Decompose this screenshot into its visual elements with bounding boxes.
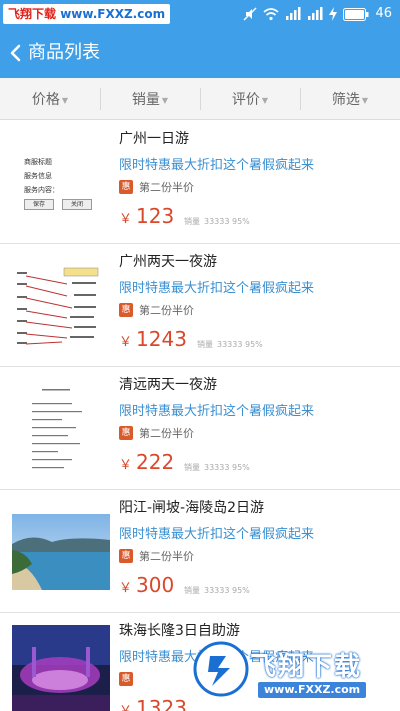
sales-value: 33333 95% xyxy=(217,340,263,349)
sales-label: 销量 xyxy=(184,586,200,595)
watermark-url: www.FXXZ.com xyxy=(60,7,166,21)
price-amount: 1243 xyxy=(136,327,187,351)
product-promo: 限时特惠最大折扣这个暑假疯起来 xyxy=(119,158,315,173)
status-icons: 46 xyxy=(243,4,392,24)
product-list: 商服标题 服务信息 服务内容： 保存 关闭 广州一日游 限时特惠最大折扣这个暑假… xyxy=(0,121,400,711)
sales-info: 销量 33333 95% xyxy=(184,585,250,596)
chevron-left-icon[interactable] xyxy=(8,43,24,63)
product-name: 阳江-闸坡-海陵岛2日游 xyxy=(119,500,265,516)
discount-text: 第二份半价 xyxy=(139,304,194,317)
filter-price[interactable]: 价格 ▼ xyxy=(0,78,100,119)
product-thumbnail: 商服标题 服务信息 服务内容： 保存 关闭 xyxy=(12,133,110,233)
sales-info: 销量 33333 95% xyxy=(184,462,250,473)
title-bar: 商品列表 xyxy=(0,28,400,78)
battery-percent: 46 xyxy=(375,6,392,21)
thumb-close-button: 关闭 xyxy=(62,199,92,210)
caret-down-icon: ▼ xyxy=(61,95,69,105)
product-name: 广州两天一夜游 xyxy=(119,254,217,270)
product-price: ￥ 1323 xyxy=(119,696,187,711)
document-thumbnail xyxy=(32,389,82,469)
watermark-overlay: 飞翔下载 www.FXXZ.com xyxy=(188,640,396,706)
discount-badge: 惠 xyxy=(119,303,133,317)
watermark-url: www.FXXZ.com xyxy=(258,682,367,698)
product-name: 广州一日游 xyxy=(119,131,189,147)
thumb-save-button: 保存 xyxy=(24,199,54,210)
night-show-photo xyxy=(12,625,110,711)
product-price: ￥ 300 xyxy=(119,573,174,597)
mute-icon xyxy=(243,7,257,21)
product-price: ￥ 1243 xyxy=(119,327,187,351)
battery-icon xyxy=(343,7,369,21)
page-title: 商品列表 xyxy=(28,42,100,63)
watermark-title: 飞翔下载 xyxy=(250,652,363,682)
discount-text: 第二份半价 xyxy=(139,181,194,194)
product-thumbnail xyxy=(12,625,110,711)
filter-screen[interactable]: 筛选 ▼ xyxy=(300,78,400,119)
sales-label: 销量 xyxy=(184,463,200,472)
status-bar: 飞翔下载 www.FXXZ.com 46 xyxy=(0,0,400,28)
caret-down-icon: ▼ xyxy=(261,95,269,105)
product-thumbnail xyxy=(12,379,110,479)
product-item[interactable]: 广州两天一夜游 限时特惠最大折扣这个暑假疯起来 惠 第二份半价 ￥ 1243 销量… xyxy=(0,244,400,367)
filter-label: 价格 xyxy=(31,91,60,108)
caret-down-icon: ▼ xyxy=(161,95,169,105)
diagram-thumbnail xyxy=(17,267,99,345)
watermark-logo: 飞翔下载 www.FXXZ.com xyxy=(3,4,171,24)
price-amount: 123 xyxy=(136,204,175,228)
discount-text: 第二份半价 xyxy=(139,427,194,440)
product-promo: 限时特惠最大折扣这个暑假疯起来 xyxy=(119,404,315,419)
sales-value: 33333 95% xyxy=(204,586,250,595)
currency-symbol: ￥ xyxy=(119,335,133,350)
sales-value: 33333 95% xyxy=(204,217,250,226)
product-item[interactable]: 清远两天一夜游 限时特惠最大折扣这个暑假疯起来 惠 第二份半价 ￥ 222 销量 3… xyxy=(0,367,400,490)
product-name: 清远两天一夜游 xyxy=(119,377,217,393)
product-price: ￥ 123 xyxy=(119,204,174,228)
filter-label: 销量 xyxy=(131,91,160,108)
discount-badge: 惠 xyxy=(119,549,133,563)
price-amount: 300 xyxy=(136,573,175,597)
wifi-icon xyxy=(263,8,279,21)
fxxz-logo-icon xyxy=(193,641,249,697)
product-price: ￥ 222 xyxy=(119,450,174,474)
sales-label: 销量 xyxy=(184,217,200,226)
discount-badge: 惠 xyxy=(119,180,133,194)
currency-symbol: ￥ xyxy=(119,458,133,473)
signal-icon xyxy=(286,7,301,20)
product-promo: 限时特惠最大折扣这个暑假疯起来 xyxy=(119,527,315,542)
product-promo: 限时特惠最大折扣这个暑假疯起来 xyxy=(119,281,315,296)
filter-label: 评价 xyxy=(231,91,260,108)
filter-bar: 价格 ▼ 销量 ▼ 评价 ▼ 筛选 ▼ xyxy=(0,78,400,120)
sales-value: 33333 95% xyxy=(204,463,250,472)
discount-badge: 惠 xyxy=(119,672,133,686)
thumb-text: 服务内容： xyxy=(24,186,59,194)
price-amount: 222 xyxy=(136,450,175,474)
charging-icon xyxy=(329,7,338,21)
product-item[interactable]: 阳江-闸坡-海陵岛2日游 限时特惠最大折扣这个暑假疯起来 惠 第二份半价 ￥ 30… xyxy=(0,490,400,613)
product-thumbnail xyxy=(12,502,110,602)
beach-photo xyxy=(12,514,110,590)
product-name: 珠海长隆3日自助游 xyxy=(119,623,240,639)
product-item[interactable]: 商服标题 服务信息 服务内容： 保存 关闭 广州一日游 限时特惠最大折扣这个暑假… xyxy=(0,121,400,244)
price-amount: 1323 xyxy=(136,696,187,711)
thumb-text: 商服标题 xyxy=(24,158,52,166)
filter-label: 筛选 xyxy=(331,91,360,108)
currency-symbol: ￥ xyxy=(119,704,132,711)
filter-rating[interactable]: 评价 ▼ xyxy=(200,78,300,119)
currency-symbol: ￥ xyxy=(119,581,133,596)
watermark-brand: 飞翔下载 xyxy=(8,7,57,21)
currency-symbol: ￥ xyxy=(119,212,133,227)
caret-down-icon: ▼ xyxy=(361,95,369,105)
signal-icon xyxy=(308,7,323,20)
sales-info: 销量 33333 95% xyxy=(184,216,250,227)
sales-label: 销量 xyxy=(197,340,213,349)
thumb-text: 服务信息 xyxy=(24,172,52,180)
product-thumbnail xyxy=(12,256,110,356)
filter-sales[interactable]: 销量 ▼ xyxy=(100,78,200,119)
discount-text: 第二份半价 xyxy=(139,550,194,563)
sales-info: 销量 33333 95% xyxy=(197,339,263,350)
discount-badge: 惠 xyxy=(119,426,133,440)
